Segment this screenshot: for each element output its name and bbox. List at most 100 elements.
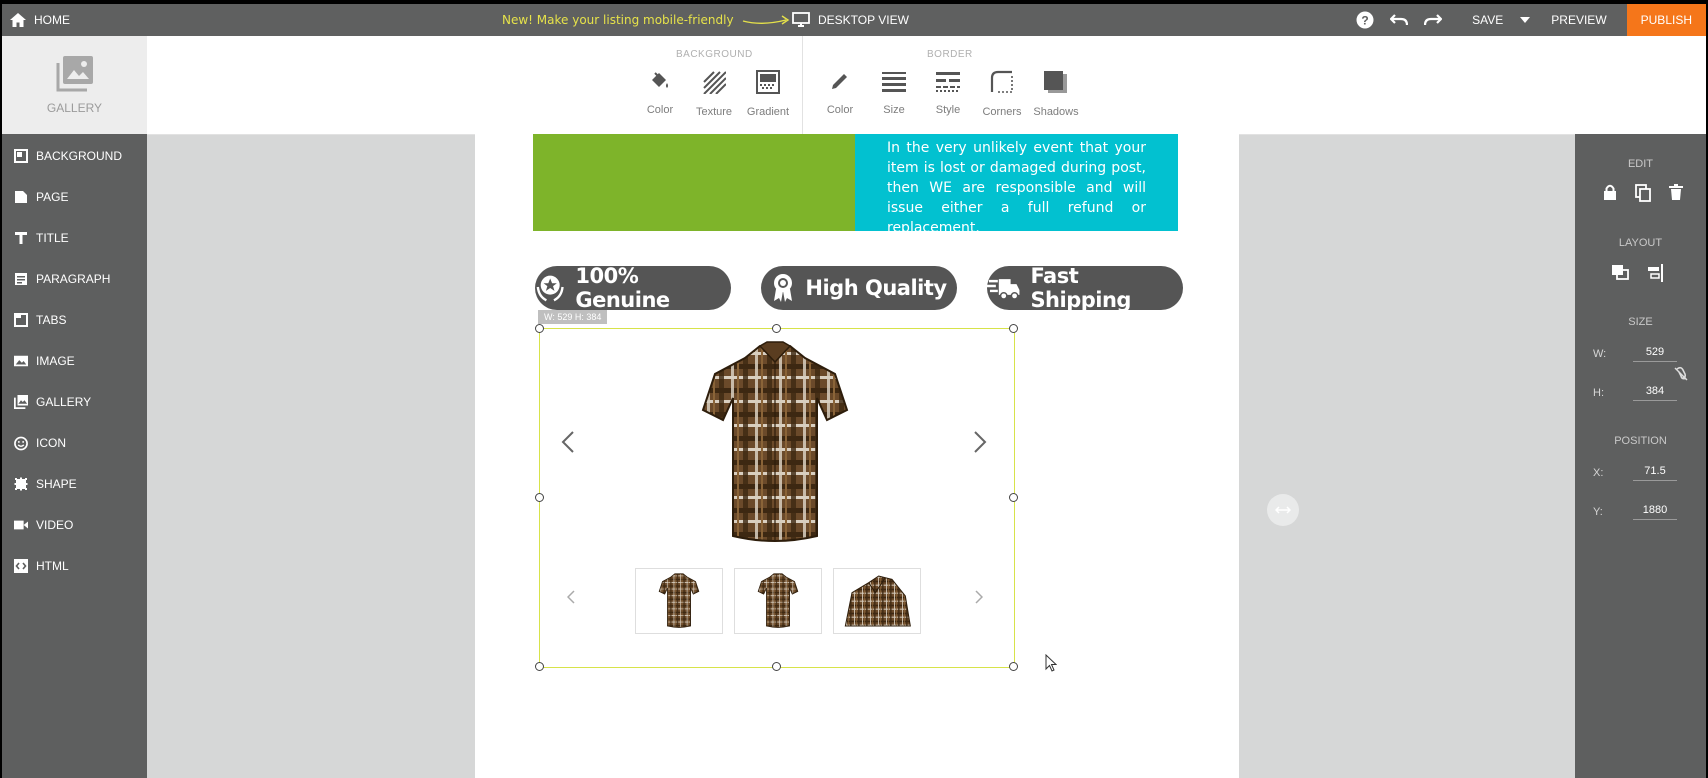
mouse-cursor-icon [1045,654,1057,672]
sidebar-item-paragraph[interactable]: PARAGRAPH [14,269,110,289]
background-texture-tool[interactable]: Texture [686,70,742,118]
sidebar-item-image[interactable]: IMAGE [14,351,75,371]
align-button[interactable] [1645,264,1663,287]
sidebar-item-label: PARAGRAPH [36,272,111,286]
publish-label: PUBLISH [1640,13,1692,27]
align-right-icon [1648,264,1663,282]
paint-bucket-icon [652,72,668,88]
gallery-tab-label: GALLERY [46,101,103,115]
gallery-thumbnail[interactable] [734,568,822,634]
help-button[interactable]: ? [1348,4,1382,36]
gallery-tool-tab[interactable]: GALLERY [2,36,147,134]
y-input[interactable]: 1880 [1633,504,1677,520]
svg-text:?: ? [1362,14,1369,28]
background-gradient-tool[interactable]: Gradient [740,70,796,118]
gallery-thumbnail[interactable] [635,568,723,634]
gallery-next-button[interactable] [973,430,987,459]
home-button[interactable]: HOME [10,4,70,36]
badge-quality[interactable]: High Quality [761,266,957,310]
duplicate-button[interactable] [1635,184,1651,207]
smiley-icon [14,436,28,450]
sidebar-item-page[interactable]: PAGE [14,187,68,207]
chevron-right-icon [974,431,987,453]
badge-genuine[interactable]: 100% Genuine [535,264,731,312]
gallery-icon [14,395,28,409]
gallery-prev-button[interactable] [561,430,575,459]
resize-handle[interactable] [535,493,544,502]
height-field[interactable]: H: 384 [1593,385,1677,401]
sidebar-item-shape[interactable]: SHAPE [14,474,77,494]
save-button[interactable]: SAVE [1450,4,1515,36]
resize-handle[interactable] [772,324,781,333]
redo-button[interactable] [1416,4,1450,36]
border-shadows-tool[interactable]: Shadows [1028,70,1084,118]
resize-handle[interactable] [535,324,544,333]
background-color-tool[interactable]: Color [632,70,688,116]
texture-icon [703,71,726,94]
undo-button[interactable] [1382,4,1416,36]
resize-handle[interactable] [535,662,544,671]
element-sidebar: BACKGROUND PAGE TITLE PARAGRAPH TABS IMA… [2,134,147,778]
line-style-icon [936,72,960,92]
undo-icon [1390,14,1409,26]
background-texture-label: Texture [695,106,733,118]
thumbnail-prev-button[interactable] [566,590,575,609]
edit-actions [1603,184,1683,207]
canvas-width-resize-handle[interactable] [1267,494,1299,526]
resize-handle[interactable] [1009,324,1018,333]
x-input[interactable]: 71.5 [1633,465,1677,481]
resize-handle[interactable] [1009,662,1018,671]
background-color-label: Color [646,104,674,116]
height-input[interactable]: 384 [1633,385,1677,401]
green-block[interactable] [533,134,855,231]
home-icon [10,13,26,27]
gallery-thumbnail[interactable] [833,568,921,634]
horizontal-resize-icon [1275,506,1291,514]
listing-canvas[interactable]: In the very unlikely event that your ite… [475,134,1239,778]
page-icon [14,190,28,204]
sidebar-item-video[interactable]: VIDEO [14,515,73,535]
size-section-title: SIZE [1628,316,1653,328]
border-corners-tool[interactable]: Corners [974,70,1030,118]
sidebar-item-background[interactable]: BACKGROUND [14,146,122,166]
preview-label: PREVIEW [1551,13,1607,27]
resize-handle[interactable] [772,662,781,671]
sidebar-item-gallery[interactable]: GALLERY [14,392,91,412]
arrange-layer-button[interactable] [1611,264,1629,287]
badge-label: Fast Shipping [1030,264,1131,312]
text-icon [14,231,28,245]
caret-down-icon [1520,17,1531,23]
thumbnail-next-button[interactable] [975,590,984,609]
preview-button[interactable]: PREVIEW [1535,4,1618,36]
width-input[interactable]: 529 [1633,346,1677,362]
sidebar-item-html[interactable]: HTML [14,556,69,576]
border-size-tool[interactable]: Size [866,70,922,116]
badge-shipping[interactable]: Fast Shipping [987,264,1183,312]
sidebar-item-title[interactable]: TITLE [14,228,69,248]
layout-section-title: LAYOUT [1618,237,1663,249]
sidebar-item-label: SHAPE [36,477,77,491]
border-style-tool[interactable]: Style [920,70,976,116]
product-main-image[interactable] [695,340,855,550]
guarantee-text-block[interactable]: In the very unlikely event that your ite… [855,134,1178,236]
sidebar-item-tabs[interactable]: TABS [14,310,66,330]
aspect-lock-toggle[interactable] [1673,366,1689,387]
bring-forward-icon [1612,265,1629,280]
sidebar-item-icon[interactable]: ICON [14,433,66,453]
shape-icon [14,477,28,491]
publish-button[interactable]: PUBLISH [1626,4,1706,36]
desktop-view-toggle[interactable]: DESKTOP VIEW [792,4,909,36]
mobile-friendly-promo[interactable]: New! Make your listing mobile-friendly [502,4,792,36]
shirt-detail-thumbnail-image [844,575,911,627]
save-options-dropdown[interactable] [1515,4,1535,36]
style-toolbar: GALLERY BACKGROUND BORDER Color Texture … [2,36,1706,135]
border-color-tool[interactable]: Color [812,70,868,116]
border-shadows-label: Shadows [1033,106,1079,118]
width-field[interactable]: W: 529 [1593,346,1677,362]
lock-button[interactable] [1603,184,1617,207]
y-position-field[interactable]: Y: 1880 [1593,504,1677,520]
x-position-field[interactable]: X: 71.5 [1593,465,1677,481]
resize-handle[interactable] [1009,493,1018,502]
delete-button[interactable] [1669,184,1683,207]
copy-icon [1635,184,1651,202]
